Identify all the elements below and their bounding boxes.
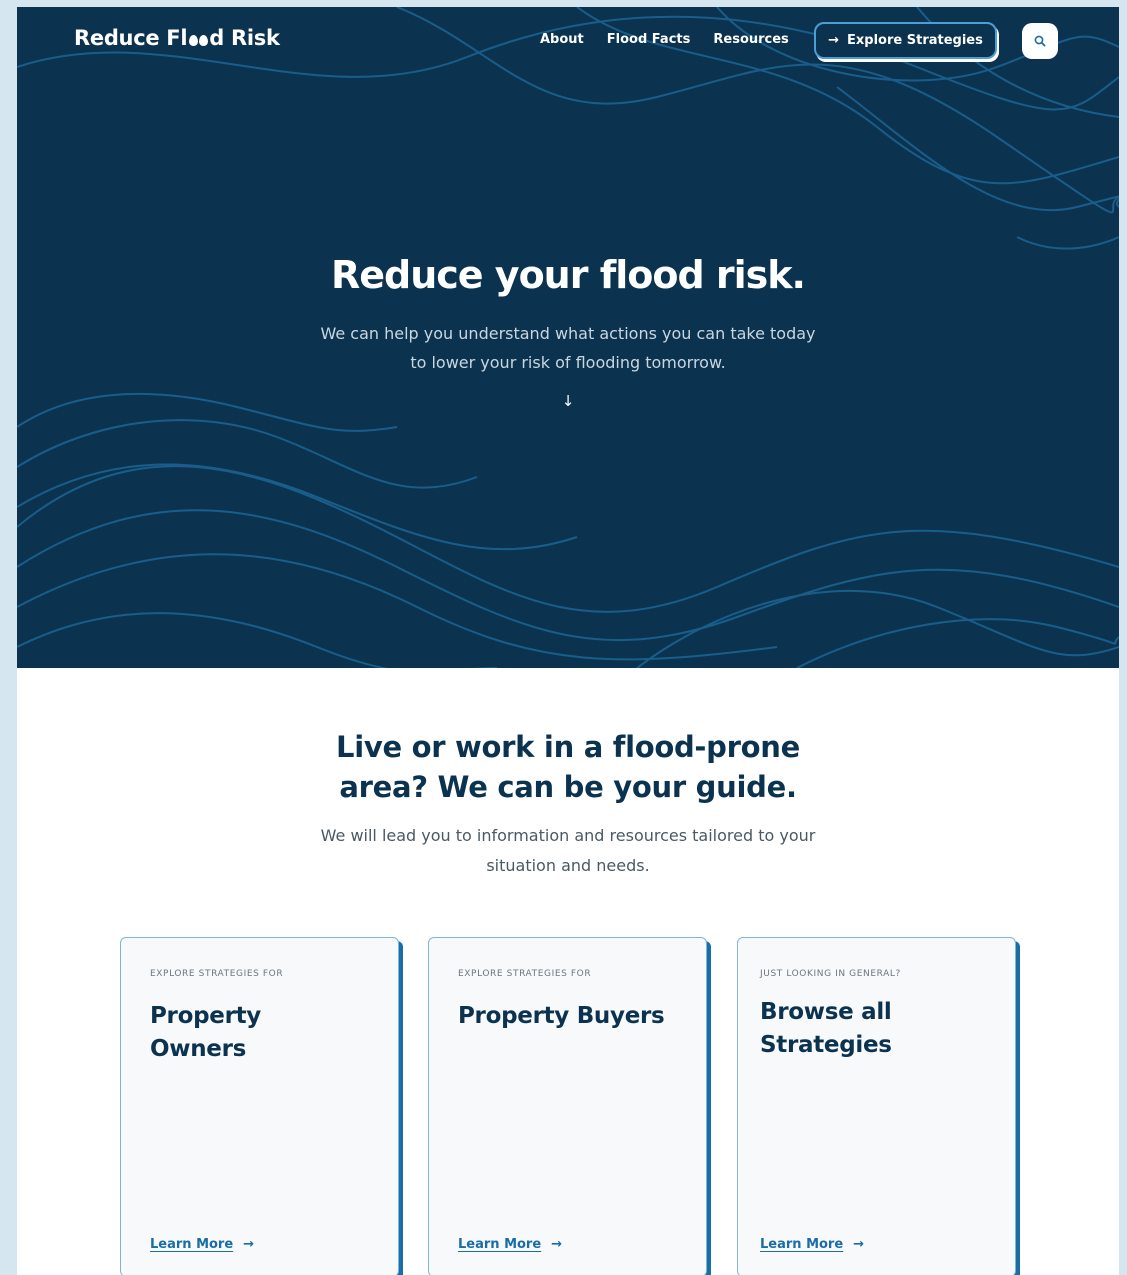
guide-title: Live or work in a flood-prone area? We c… [336,730,800,804]
hero-subtitle: We can help you understand what actions … [320,324,816,372]
learn-more-link[interactable]: Learn More → [150,1237,254,1252]
card-browse-all-strategies[interactable]: Just looking in general? Browse all Stra… [737,937,1016,1275]
search-button[interactable] [1022,23,1058,59]
card-eyebrow: Explore strategies for [458,969,592,979]
guide-subtitle: We will lead you to information and reso… [320,826,816,875]
card-title: Browse all Strategies [760,999,892,1058]
nav-link-flood-facts[interactable]: Flood Facts [607,32,691,47]
top-navigation: Reduce Fl d Risk About Flood Facts Resou… [17,7,1119,77]
learn-more-link[interactable]: Learn More → [760,1237,864,1252]
card-eyebrow: Explore strategies for [150,969,284,979]
explore-strategies-button[interactable]: → Explore Strategies [814,22,997,59]
page: Reduce Fl d Risk About Flood Facts Resou… [17,7,1119,1275]
search-icon [1034,35,1046,47]
card-title: Property Owners [150,1003,261,1062]
nav-link-about[interactable]: About [540,32,584,47]
learn-more-label: Learn More [760,1237,844,1252]
water-drop-icon [188,31,208,46]
hero-title: Reduce your flood risk. [330,253,806,297]
nav-links: About Flood Facts Resources [540,32,789,47]
arrow-right-icon: → [551,1237,563,1252]
explore-strategies-label: Explore Strategies [847,33,983,48]
scroll-down-icon[interactable]: ↓ [17,392,1119,410]
learn-more-link[interactable]: Learn More → [458,1237,562,1252]
logo-text-end: d Risk [209,26,280,50]
arrow-right-icon: → [828,33,840,48]
hero-section: Reduce Fl d Risk About Flood Facts Resou… [17,7,1119,668]
nav-link-resources[interactable]: Resources [713,32,788,47]
arrow-right-icon: → [853,1237,865,1252]
arrow-right-icon: → [243,1237,255,1252]
card-property-owners[interactable]: Explore strategies for Property Owners L… [120,937,399,1275]
learn-more-label: Learn More [150,1237,234,1252]
card-title: Property Buyers [458,1003,665,1029]
site-logo[interactable]: Reduce Fl d Risk [74,26,280,50]
card-property-buyers[interactable]: Explore strategies for Property Buyers L… [428,937,707,1275]
card-eyebrow: Just looking in general? [760,969,901,979]
logo-text-start: Reduce Fl [74,26,188,50]
learn-more-label: Learn More [458,1237,542,1252]
